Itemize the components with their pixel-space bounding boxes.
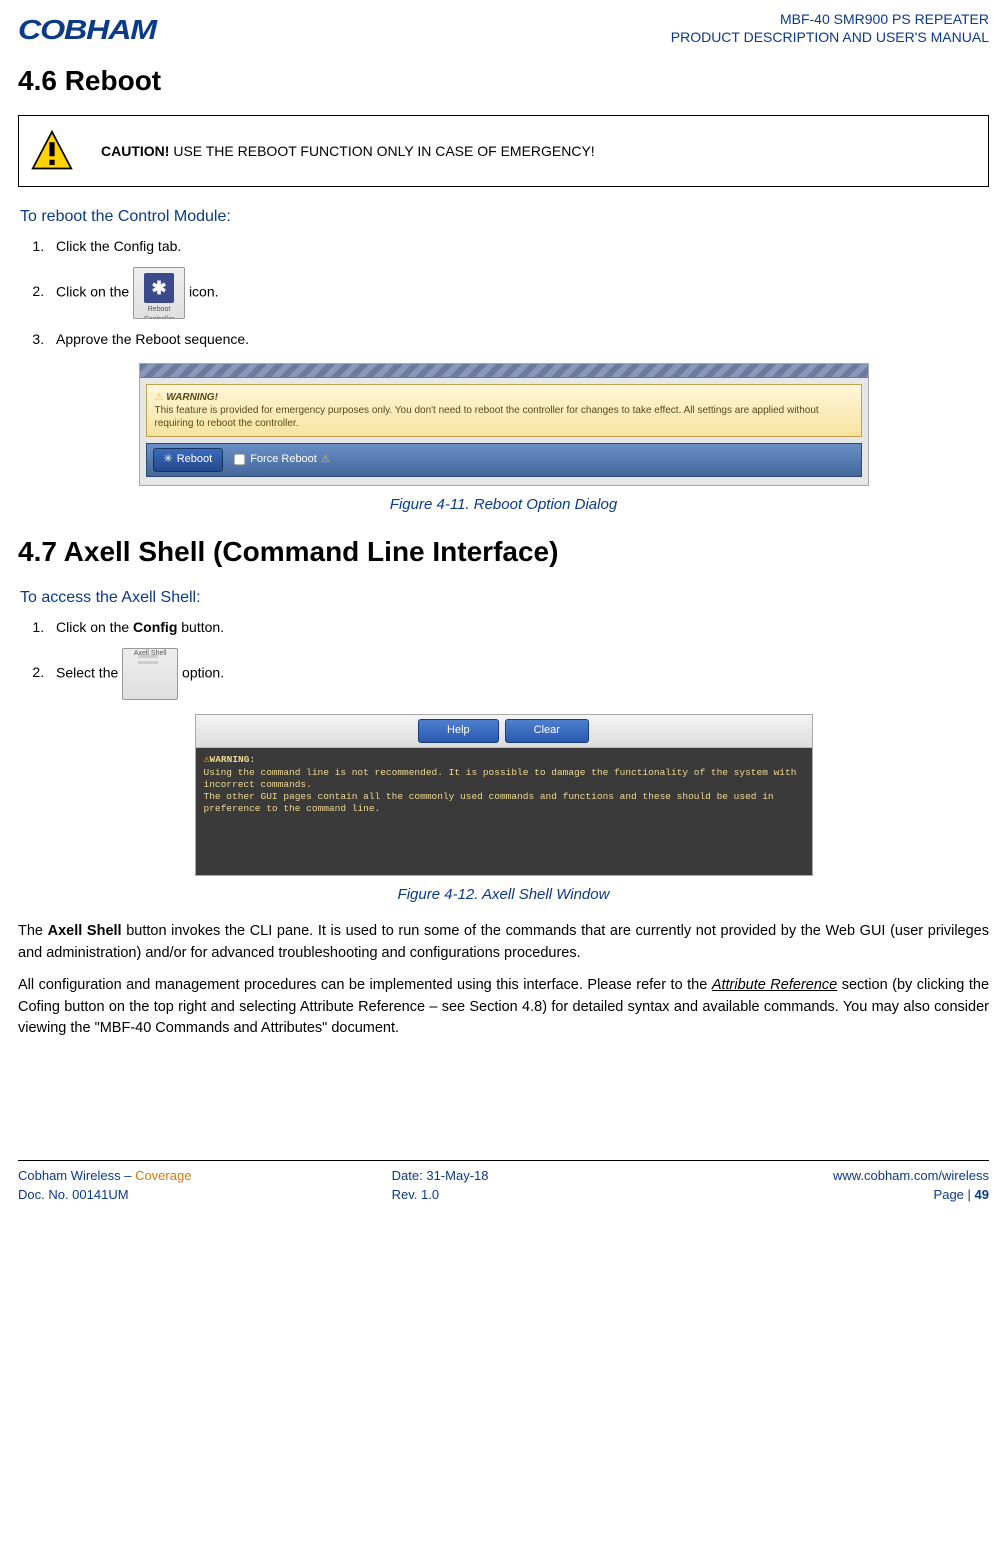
warning-icon-tiny: ⚠ <box>321 453 330 468</box>
sec47-step1-c: button. <box>177 619 224 635</box>
dialog-warning-body: This feature is provided for emergency p… <box>155 405 819 429</box>
caution-body: USE THE REBOOT FUNCTION ONLY IN CASE OF … <box>169 143 594 159</box>
warning-triangle-icon <box>31 130 73 172</box>
doc-title-block: MBF-40 SMR900 PS REPEATER PRODUCT DESCRI… <box>671 10 989 46</box>
sec47-subhead: To access the Axell Shell: <box>20 586 989 609</box>
reboot-icon-label: Reboot Controller <box>144 306 174 319</box>
reboot-controller-icon: ✱Reboot Controller <box>133 267 185 319</box>
axell-shell-icon: Axell Shell <box>122 648 178 700</box>
p1a: The <box>18 923 48 939</box>
p1b: Axell Shell <box>48 923 122 939</box>
reboot-button[interactable]: ✳Reboot <box>153 448 224 472</box>
help-button[interactable]: Help <box>418 719 499 743</box>
force-reboot-label: Force Reboot <box>250 452 317 468</box>
dialog-stripe <box>140 364 868 378</box>
brand-logo: COBHAM <box>18 10 156 51</box>
sec46-steps: Click the Config tab. Click on the ✱Rebo… <box>18 236 989 349</box>
sec46-step2: Click on the ✱Reboot Controller icon. <box>48 267 989 319</box>
figure-4-11-caption: Figure 4-11. Reboot Option Dialog <box>18 494 989 516</box>
term-line-2: The other GUI pages contain all the comm… <box>204 791 774 814</box>
footer-page-b: 49 <box>975 1187 989 1202</box>
footer-brand: Cobham Wireless <box>18 1168 121 1183</box>
footer-right-2: Page | 49 <box>665 1186 989 1205</box>
sec47-step1-a: Click on the <box>56 619 133 635</box>
axell-shell-window: Help Clear ⚠WARNING: Using the command l… <box>195 714 813 876</box>
sec46-step2-b: icon. <box>189 283 219 299</box>
dialog-warning-title: WARNING! <box>166 392 218 403</box>
sec47-para2: All configuration and management procedu… <box>18 975 989 1040</box>
warning-icon-small: ⚠ <box>155 392 164 403</box>
sec46-step3: Approve the Reboot sequence. <box>48 329 989 349</box>
footer-left-1: Cobham Wireless – Coverage <box>18 1167 342 1186</box>
sec47-step2-a: Select the <box>56 664 122 680</box>
shell-terminal[interactable]: ⚠WARNING: Using the command line is not … <box>196 748 812 875</box>
sec46-subhead: To reboot the Control Module: <box>20 205 989 228</box>
force-reboot-checkbox[interactable] <box>234 454 246 466</box>
caution-callout: CAUTION! USE THE REBOOT FUNCTION ONLY IN… <box>18 115 989 187</box>
sec47-step2-b: option. <box>182 664 224 680</box>
caution-text: CAUTION! USE THE REBOOT FUNCTION ONLY IN… <box>101 141 595 161</box>
caution-bold: CAUTION! <box>101 143 169 159</box>
shell-toolbar: Help Clear <box>196 715 812 748</box>
dialog-warning-box: ⚠ WARNING! This feature is provided for … <box>146 384 862 437</box>
footer-dash: – <box>121 1168 135 1183</box>
page-header: COBHAM MBF-40 SMR900 PS REPEATER PRODUCT… <box>18 10 989 51</box>
sec46-step1: Click the Config tab. <box>48 236 989 256</box>
footer-right-1: www.cobham.com/wireless <box>665 1167 989 1186</box>
page-footer: Cobham Wireless – Coverage Date: 31-May-… <box>18 1160 989 1205</box>
sec47-step2: Select the Axell Shell option. <box>48 648 989 700</box>
footer-page-a: Page | <box>934 1187 975 1202</box>
reboot-dialog: ⚠ WARNING! This feature is provided for … <box>139 363 869 486</box>
sparkle-icon: ✳ <box>164 452 173 468</box>
figure-4-12-caption: Figure 4-12. Axell Shell Window <box>18 884 989 906</box>
p2a: All configuration and management procedu… <box>18 977 712 993</box>
product-line-2: PRODUCT DESCRIPTION AND USER'S MANUAL <box>671 28 989 46</box>
clear-button[interactable]: Clear <box>505 719 589 743</box>
figure-4-11: ⚠ WARNING! This feature is provided for … <box>18 363 989 516</box>
figure-4-12: Help Clear ⚠WARNING: Using the command l… <box>18 714 989 906</box>
section-4-6-heading: 4.6 Reboot <box>18 61 989 102</box>
footer-left-2: Doc. No. 00141UM <box>18 1186 342 1205</box>
term-warn-title: WARNING: <box>210 754 256 765</box>
p2b: Attribute Reference <box>712 977 837 993</box>
term-line-1: Using the command line is not recommende… <box>204 767 797 790</box>
footer-mid-2: Rev. 1.0 <box>342 1186 666 1205</box>
section-4-7-heading: 4.7 Axell Shell (Command Line Interface) <box>18 532 989 573</box>
sec47-step1: Click on the Config button. <box>48 617 989 637</box>
dialog-action-bar: ✳Reboot Force Reboot ⚠ <box>146 443 862 477</box>
force-reboot-checkbox-wrap[interactable]: Force Reboot ⚠ <box>233 452 330 468</box>
sec47-para1: The Axell Shell button invokes the CLI p… <box>18 921 989 965</box>
sec46-step2-a: Click on the <box>56 283 133 299</box>
p1c: button invokes the CLI pane. It is used … <box>18 923 989 961</box>
sec47-step1-b: Config <box>133 619 177 635</box>
sec47-steps: Click on the Config button. Select the A… <box>18 617 989 699</box>
reboot-button-label: Reboot <box>177 452 212 468</box>
footer-mid-1: Date: 31-May-18 <box>342 1167 666 1186</box>
product-line-1: MBF-40 SMR900 PS REPEATER <box>671 10 989 28</box>
footer-coverage: Coverage <box>135 1168 191 1183</box>
